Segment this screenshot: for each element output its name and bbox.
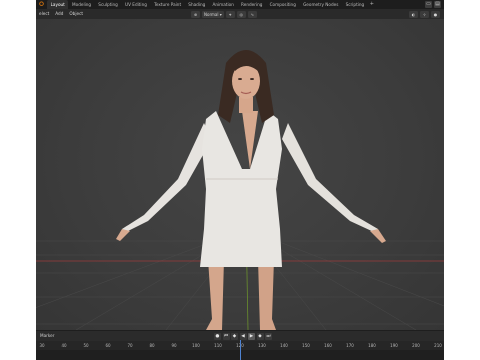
prev-keyframe-icon[interactable]: ◆ bbox=[231, 332, 238, 340]
playhead[interactable] bbox=[240, 340, 241, 360]
frame-tick: 180 bbox=[368, 343, 376, 348]
frame-tick: 130 bbox=[258, 343, 266, 348]
tab-modeling[interactable]: Modeling bbox=[68, 0, 94, 9]
3d-viewport[interactable] bbox=[36, 19, 444, 330]
frame-tick: 90 bbox=[171, 343, 177, 348]
pivot-icon[interactable]: ⊕ bbox=[191, 10, 200, 18]
scene-controls: ▭ ▤ bbox=[425, 1, 441, 8]
solid-shading-icon[interactable]: ● bbox=[431, 10, 440, 18]
frame-tick: 70 bbox=[127, 343, 133, 348]
tab-animation[interactable]: Animation bbox=[209, 0, 238, 9]
next-keyframe-icon[interactable]: ◆ bbox=[256, 332, 264, 340]
tab-rendering[interactable]: Rendering bbox=[237, 0, 266, 9]
shading-mode-label: Normal bbox=[204, 11, 219, 17]
frame-tick: 30 bbox=[39, 343, 45, 348]
add-workspace-button[interactable]: + bbox=[368, 0, 376, 9]
visibility-icon[interactable]: ◐ bbox=[409, 10, 418, 18]
frame-tick: 110 bbox=[214, 343, 222, 348]
frame-tick: 60 bbox=[105, 343, 111, 348]
shading-dropdown[interactable]: Normal ▾ bbox=[202, 10, 224, 18]
viewport-shading-controls: ◐ ⊹ ● bbox=[409, 10, 440, 18]
scene-selector-icon[interactable]: ▭ bbox=[425, 1, 432, 8]
view-layer-icon[interactable]: ▤ bbox=[434, 1, 441, 8]
menu-object[interactable]: Object bbox=[66, 9, 86, 19]
proportional-edit-icon[interactable]: ◎ bbox=[236, 10, 246, 18]
frame-tick: 210 bbox=[434, 343, 442, 348]
frame-tick: 100 bbox=[192, 343, 200, 348]
frame-tick: 160 bbox=[324, 343, 332, 348]
record-icon[interactable]: ● bbox=[214, 332, 221, 340]
play-icon[interactable]: ▶ bbox=[248, 332, 255, 340]
tab-compositing[interactable]: Compositing bbox=[266, 0, 299, 9]
floor-grid bbox=[36, 50, 444, 330]
frame-tick: 40 bbox=[61, 343, 67, 348]
tab-sculpting[interactable]: Sculpting bbox=[95, 0, 122, 9]
marker-menu[interactable]: Marker bbox=[40, 331, 54, 341]
frame-tick: 140 bbox=[280, 343, 288, 348]
gizmo-icon[interactable]: ⊹ bbox=[420, 10, 429, 18]
snap-icon[interactable]: ⌖ bbox=[225, 10, 235, 18]
tab-geometry-nodes[interactable]: Geometry Nodes bbox=[299, 0, 342, 9]
workspace-tab-bar: Layout Modeling Sculpting UV Editing Texture… bbox=[36, 0, 444, 9]
menu-add[interactable]: Add bbox=[52, 9, 66, 19]
jump-start-icon[interactable]: ⏮ bbox=[222, 332, 230, 340]
play-reverse-icon[interactable]: ◀ bbox=[239, 332, 247, 340]
tab-file-menu[interactable] bbox=[36, 0, 47, 9]
overlay-icon[interactable]: ∿ bbox=[247, 10, 257, 18]
frame-tick: 190 bbox=[390, 343, 398, 348]
tab-scripting[interactable]: Scripting bbox=[342, 0, 368, 9]
blender-window: Layout Modeling Sculpting UV Editing Texture… bbox=[36, 0, 444, 360]
transform-controls: ⊕ Normal ▾ ⌖ ◎ ∿ bbox=[191, 10, 257, 18]
frame-tick: 170 bbox=[346, 343, 354, 348]
frame-tick: 50 bbox=[83, 343, 89, 348]
frame-tick: 200 bbox=[412, 343, 420, 348]
tab-texture-paint[interactable]: Texture Paint bbox=[150, 0, 184, 9]
menu-select[interactable]: elect bbox=[36, 9, 52, 19]
tab-layout[interactable]: Layout bbox=[47, 0, 69, 9]
frame-tick: 80 bbox=[149, 343, 155, 348]
tab-uv-editing[interactable]: UV Editing bbox=[121, 0, 150, 9]
blender-logo-icon bbox=[39, 1, 44, 6]
workspace-tabs: Layout Modeling Sculpting UV Editing Texture… bbox=[47, 0, 368, 9]
tab-shading[interactable]: Shading bbox=[185, 0, 209, 9]
playback-controls: ● ⏮ ◆ ◀ ▶ ◆ ⏭ bbox=[214, 332, 272, 340]
frame-tick: 150 bbox=[302, 343, 310, 348]
viewport-header: elect Add Object ⊕ Normal ▾ ⌖ ◎ ∿ ◐ ⊹ ● bbox=[36, 9, 444, 19]
jump-end-icon[interactable]: ⏭ bbox=[265, 332, 272, 340]
